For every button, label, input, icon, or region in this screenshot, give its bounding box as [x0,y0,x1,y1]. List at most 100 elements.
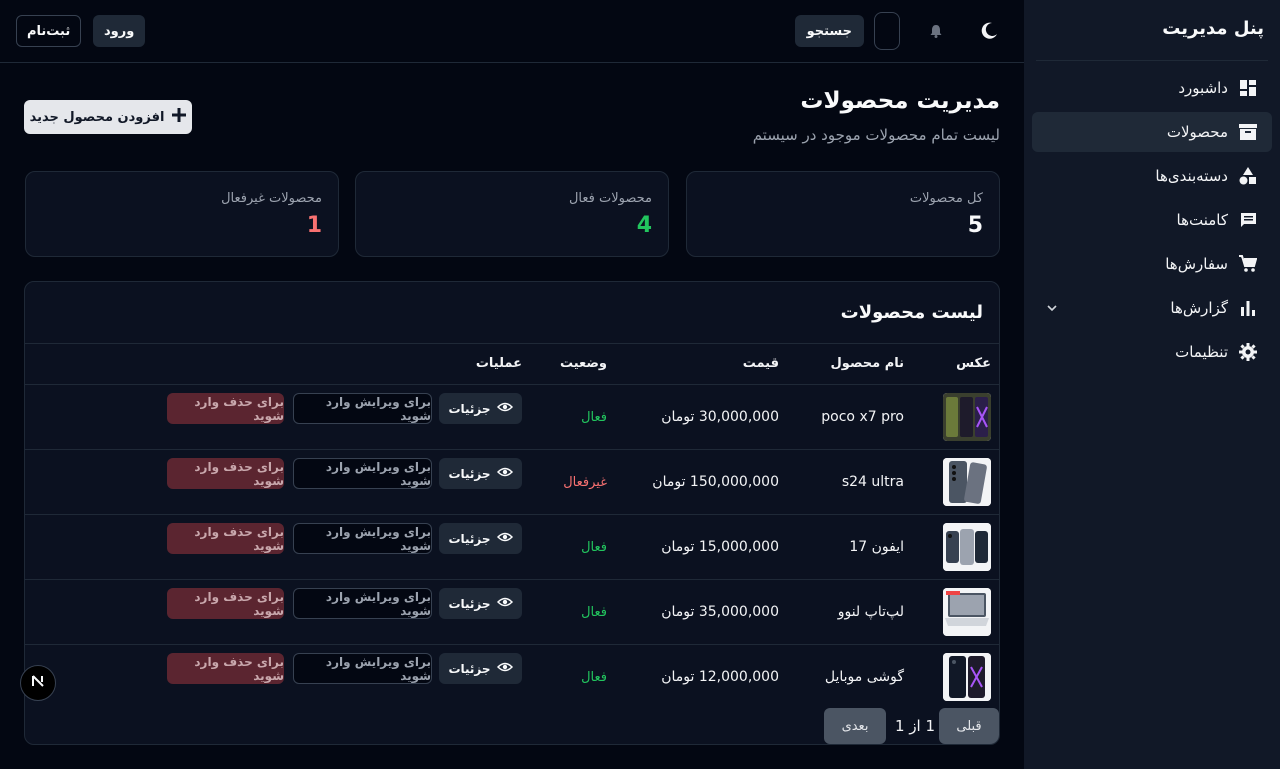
sidebar-item-label: سفارش‌ها [1165,255,1228,273]
edit-login-button[interactable]: برای ویرایش وارد شوید [293,523,432,554]
column-header-actions: عملیات [475,356,522,371]
delete-login-button[interactable]: برای حذف وارد شوید [167,458,284,489]
status-badge: فعال [581,605,607,620]
table-row: گوشی موبایل 12,000,000 تومان فعال جزئیات… [25,645,999,710]
details-button[interactable]: جزئیات [439,458,522,489]
register-button[interactable]: ثبت‌نام [16,15,82,47]
eye-icon [496,466,513,481]
box-icon [1238,122,1258,142]
product-name: لپ‌تاپ لنوو [837,604,904,620]
login-button[interactable]: ورود [93,15,146,47]
pagination-info: 1 از 1 [895,717,936,735]
delete-login-button[interactable]: برای حذف وارد شوید [167,393,284,424]
notification-bell-icon[interactable] [928,23,944,39]
details-label: جزئیات [448,466,491,481]
column-header-price: قیمت [742,356,779,371]
details-label: جزئیات [448,596,491,611]
delete-login-button[interactable]: برای حذف وارد شوید [167,653,284,684]
floating-dev-tools-button[interactable] [20,665,56,701]
product-image [943,458,991,506]
product-price: 30,000,000 تومان [661,409,779,425]
stat-value: 4 [636,213,652,238]
details-button[interactable]: جزئیات [439,393,522,424]
pagination-prev-button[interactable]: قبلی [939,708,999,744]
product-image [943,588,991,636]
delete-login-button[interactable]: برای حذف وارد شوید [167,588,284,619]
stat-card-inactive: محصولات غیرفعال 1 [25,171,339,257]
column-header-status: وضعیت [559,356,607,371]
stat-card-active: محصولات فعال 4 [355,171,669,257]
search-input[interactable] [874,12,900,50]
stat-card-total: کل محصولات 5 [686,171,1000,257]
product-image [943,653,991,701]
table-row: لپ‌تاپ لنوو 35,000,000 تومان فعال جزئیات… [25,580,999,645]
sidebar-item-label: تنظیمات [1175,343,1228,361]
column-header-name: نام محصول [830,356,904,371]
sidebar-item-label: کامنت‌ها [1176,211,1228,229]
product-price: 12,000,000 تومان [661,669,779,685]
details-button[interactable]: جزئیات [439,588,522,619]
details-label: جزئیات [448,401,491,416]
product-image [943,393,991,441]
sidebar-item-categories[interactable]: دسته‌بندی‌ها [1032,156,1272,196]
product-name: poco x7 pro [821,409,904,425]
next-logo-icon [30,673,46,693]
chevron-down-icon[interactable] [1046,300,1058,318]
details-button[interactable]: جزئیات [439,523,522,554]
sidebar: پنل مدیریت داشبورد محصولات دسته‌بندی‌ها … [1024,0,1280,769]
sidebar-nav: داشبورد محصولات دسته‌بندی‌ها کامنت‌ها سف… [1032,68,1272,376]
sidebar-item-orders[interactable]: سفارش‌ها [1032,244,1272,284]
table-header: عکس نام محصول قیمت وضعیت عملیات [25,343,999,385]
status-badge: فعال [581,540,607,555]
sidebar-divider [1036,60,1268,61]
comment-icon [1238,210,1258,230]
edit-login-button[interactable]: برای ویرایش وارد شوید [293,588,432,619]
sidebar-item-reports[interactable]: گزارش‌ها [1032,288,1272,328]
products-table-card: لیست محصولات عکس نام محصول قیمت وضعیت عم… [24,281,1000,745]
details-label: جزئیات [448,531,491,546]
details-button[interactable]: جزئیات [439,653,522,684]
sidebar-item-dashboard[interactable]: داشبورد [1032,68,1272,108]
theme-toggle-moon-icon[interactable] [978,20,1000,42]
product-price: 150,000,000 تومان [652,474,779,490]
product-price: 15,000,000 تومان [661,539,779,555]
dashboard-icon [1238,78,1258,98]
status-badge: فعال [581,670,607,685]
sidebar-item-label: داشبورد [1178,79,1228,97]
sidebar-item-label: دسته‌بندی‌ها [1155,167,1228,185]
sidebar-title: پنل مدیریت [1162,18,1264,39]
search-button[interactable]: جستجو [794,15,864,47]
status-badge: غیرفعال [563,475,607,490]
sidebar-item-label: محصولات [1166,123,1228,141]
product-name: گوشی موبایل [824,669,904,685]
eye-icon [496,531,513,546]
sidebar-item-settings[interactable]: تنظیمات [1032,332,1272,372]
edit-login-button[interactable]: برای ویرایش وارد شوید [293,653,432,684]
product-price: 35,000,000 تومان [661,604,779,620]
edit-login-button[interactable]: برای ویرایش وارد شوید [293,458,432,489]
status-badge: فعال [581,410,607,425]
top-bar: جستجو ورود ثبت‌نام [0,0,1024,63]
details-label: جزئیات [448,661,491,676]
eye-icon [496,401,513,416]
plus-icon [172,108,187,126]
table-row: ایفون 17 15,000,000 تومان فعال جزئیات بر… [25,515,999,580]
pagination-next-button[interactable]: بعدی [824,708,886,744]
shapes-icon [1238,166,1258,186]
table-title: لیست محصولات [840,302,983,323]
stat-label: محصولات غیرفعال [221,191,322,206]
eye-icon [496,661,513,676]
product-image [943,523,991,571]
page-title: مدیریت محصولات [800,88,1000,114]
bar-chart-icon [1238,298,1258,318]
add-product-button[interactable]: افزودن محصول جدید [24,100,192,134]
page-subtitle: لیست تمام محصولات موجود در سیستم [752,126,1000,144]
sidebar-item-products[interactable]: محصولات [1032,112,1272,152]
table-row: s24 ultra 150,000,000 تومان غیرفعال جزئی… [25,450,999,515]
delete-login-button[interactable]: برای حذف وارد شوید [167,523,284,554]
sidebar-item-comments[interactable]: کامنت‌ها [1032,200,1272,240]
add-product-label: افزودن محصول جدید [29,109,165,125]
stat-label: محصولات فعال [568,191,652,206]
table-row: poco x7 pro 30,000,000 تومان فعال جزئیات… [25,385,999,450]
edit-login-button[interactable]: برای ویرایش وارد شوید [293,393,432,424]
